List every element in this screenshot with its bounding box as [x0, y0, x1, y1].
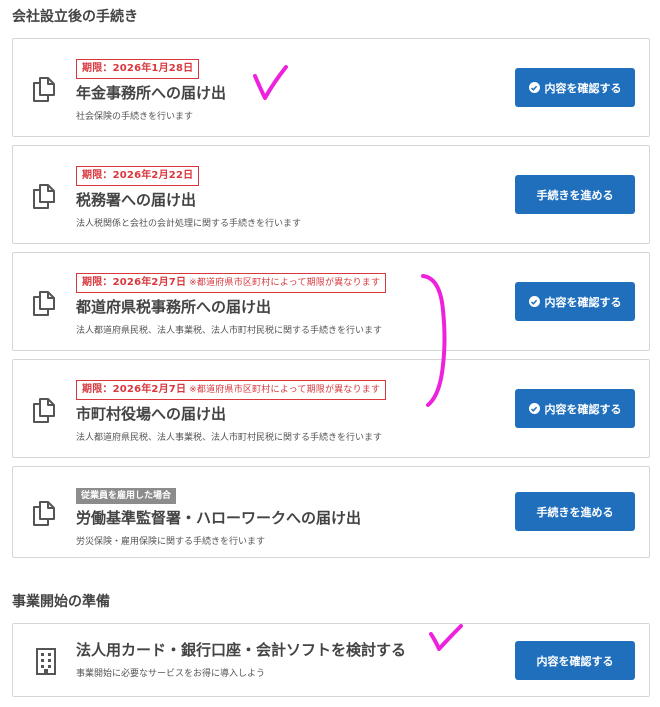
proceed-button-label: 手続きを進める: [536, 505, 614, 519]
card-description: 事業開始に必要なサービスをお得に導入しよう: [76, 669, 266, 679]
card-title: 市町村役場への届け出: [76, 405, 227, 423]
proceed-button[interactable]: 手続きを進める: [515, 175, 635, 214]
deadline-note: ※都道府県市区町村によって期限が異なります: [189, 278, 381, 288]
documents-icon: [33, 501, 55, 526]
documents-icon: [33, 77, 55, 102]
card-description: 社会保険の手続きを行います: [76, 112, 194, 122]
card-municipal-office: 期限：2026年2月7日 ※都道府県市区町村によって期限が異なります 市町村役場へ…: [12, 359, 650, 458]
confirm-button[interactable]: 内容を確認する: [515, 641, 635, 680]
check-circle-icon: [528, 82, 540, 93]
deadline-note: ※都道府県市区町村によって期限が異なります: [189, 385, 381, 395]
documents-icon: [33, 291, 55, 316]
confirm-button-label: 内容を確認する: [544, 81, 622, 95]
check-circle-icon: [528, 296, 540, 307]
deadline-badge: 期限：2026年2月7日 ※都道府県市区町村によって期限が異なります: [76, 380, 387, 400]
confirm-button[interactable]: 内容を確認する: [515, 68, 635, 107]
card-title: 労働基準監督署・ハローワークへの届け出: [76, 509, 362, 527]
card-title: 税務署への届け出: [76, 191, 197, 209]
card-business-services: 法人用カード・銀行口座・会計ソフトを検討する 事業開始に必要なサービスをお得に導…: [12, 623, 650, 697]
check-circle-icon: [528, 403, 540, 414]
card-title: 法人用カード・銀行口座・会計ソフトを検討する: [76, 641, 407, 659]
confirm-button-label: 内容を確認する: [536, 654, 614, 668]
deadline-badge: 期限：2026年2月7日 ※都道府県市区町村によって期限が異なります: [76, 273, 387, 293]
card-pension-office: 期限：2026年1月28日 年金事務所への届け出 社会保険の手続きを行います 内…: [12, 38, 650, 137]
card-title: 都道府県税事務所への届け出: [76, 298, 272, 316]
card-labor-office: 従業員を雇用した場合 労働基準監督署・ハローワークへの届け出 労災保険・雇用保険…: [12, 466, 650, 558]
section-title-procedures: 会社設立後の手続き: [12, 9, 138, 25]
documents-icon: [33, 184, 55, 209]
deadline-badge: 期限：2026年2月22日: [76, 166, 200, 186]
card-title: 年金事務所への届け出: [76, 84, 227, 102]
card-tax-office: 期限：2026年2月22日 税務署への届け出 法人税関係と会社の会計処理に関する…: [12, 145, 650, 244]
documents-icon: [33, 398, 55, 423]
card-prefectural-tax-office: 期限：2026年2月7日 ※都道府県市区町村によって期限が異なります 都道府県税事…: [12, 252, 650, 351]
deadline-badge: 期限：2026年1月28日: [76, 59, 200, 79]
confirm-button[interactable]: 内容を確認する: [515, 282, 635, 321]
building-icon: [36, 648, 56, 675]
card-description: 法人税関係と会社の会計処理に関する手続きを行います: [76, 219, 302, 229]
confirm-button-label: 内容を確認する: [544, 402, 622, 416]
section-title-business-prep: 事業開始の準備: [12, 594, 110, 610]
card-description: 法人都道府県民税、法人事業税、法人市町村民税に関する手続きを行います: [76, 433, 383, 443]
confirm-button-label: 内容を確認する: [544, 295, 622, 309]
condition-tag: 従業員を雇用した場合: [76, 488, 177, 504]
proceed-button[interactable]: 手続きを進める: [515, 492, 635, 531]
card-description: 法人都道府県民税、法人事業税、法人市町村民税に関する手続きを行います: [76, 326, 383, 336]
card-description: 労災保険・雇用保険に関する手続きを行います: [76, 537, 266, 547]
confirm-button[interactable]: 内容を確認する: [515, 389, 635, 428]
proceed-button-label: 手続きを進める: [536, 188, 614, 202]
